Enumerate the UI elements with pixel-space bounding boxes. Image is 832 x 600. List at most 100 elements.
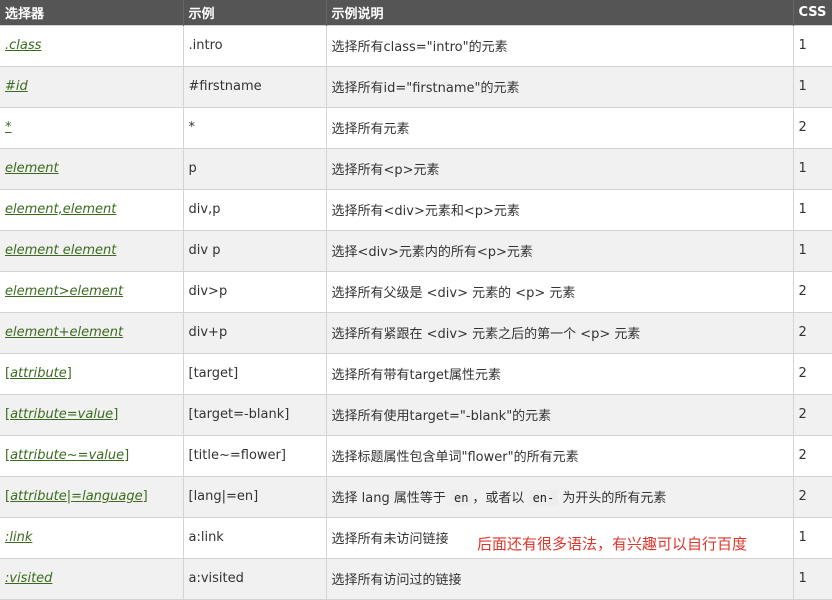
selector-link[interactable]: element>element (5, 284, 123, 299)
table-row: .class .intro 选择所有class="intro"的元素 1 (0, 24, 832, 67)
description-cell: 选择标题属性包含单词"flower"的所有元素 (325, 434, 794, 477)
table-header-row: 选择器 示例 示例说明 CSS (0, 0, 832, 25)
example-cell: [target] (182, 352, 327, 395)
selector-name: attribute~=value (10, 448, 125, 463)
selector-cell: [attribute~=value] (0, 434, 184, 477)
example-cell: * (182, 106, 327, 149)
selector-link[interactable]: :link (5, 530, 32, 545)
example-cell: [title~=flower] (182, 434, 327, 477)
css-version-cell: 1 (792, 188, 832, 231)
table-row: [attribute~=value] [title~=flower] 选择标题属… (0, 434, 832, 477)
description-cell: 选择所有带有target属性元素 (325, 352, 794, 395)
selector-cell: * (0, 106, 184, 149)
selector-name: attribute=value (10, 407, 114, 422)
example-cell: a:link (182, 516, 327, 559)
description-cell: 选择所有访问过的链接 (325, 557, 794, 600)
example-cell: #firstname (182, 65, 327, 108)
css-selector-table: 选择器 示例 示例说明 CSS .class .intro 选择所有class=… (0, 0, 832, 600)
selector-cell: [attribute=value] (0, 393, 184, 436)
selector-name: attribute (10, 489, 67, 504)
css-version-cell: 2 (792, 311, 832, 354)
code-en: en (449, 490, 473, 506)
css-version-cell: 1 (792, 516, 832, 559)
header-description: 示例说明 (325, 0, 793, 25)
table-row: element element div p 选择<div>元素内的所有<p>元素… (0, 229, 832, 272)
selector-link[interactable]: element (5, 161, 59, 176)
description-cell: 选择所有元素 (325, 106, 794, 149)
example-cell: div+p (182, 311, 327, 354)
table-row: #id #firstname 选择所有id="firstname"的元素 1 (0, 65, 832, 108)
css-version-cell: 2 (792, 475, 832, 518)
bracket-close: ] (124, 448, 130, 463)
css-version-cell: 1 (792, 24, 832, 67)
css-version-cell: 1 (792, 65, 832, 108)
table-row: element>element div>p 选择所有父级是 <div> 元素的 … (0, 270, 832, 313)
selector-link[interactable]: element,element (5, 202, 116, 217)
selector-name-2: language (82, 489, 143, 504)
css-version-cell: 2 (792, 434, 832, 477)
selector-cell: element>element (0, 270, 184, 313)
header-css: CSS (792, 0, 832, 25)
selector-link[interactable]: [attribute|=language] (5, 489, 148, 504)
css-version-cell: 2 (792, 352, 832, 395)
css-version-cell: 1 (792, 557, 832, 600)
bracket-close: ] (66, 366, 72, 381)
description-text-post: 为开头的所有元素 (558, 491, 667, 506)
selector-link[interactable]: :visited (5, 571, 52, 586)
selector-cell: element element (0, 229, 184, 272)
selector-link[interactable]: element+element (5, 325, 123, 340)
description-cell: 选择所有紧跟在 <div> 元素之后的第一个 <p> 元素 (325, 311, 794, 354)
selector-name: attribute (10, 366, 67, 381)
selector-cell: element+element (0, 311, 184, 354)
css-version-cell: 2 (792, 270, 832, 313)
selector-link[interactable]: [attribute=value] (5, 407, 118, 422)
selector-link[interactable]: .class (5, 38, 41, 53)
table-row: [attribute|=language] [lang|=en] 选择 lang… (0, 475, 832, 518)
selector-cell: element (0, 147, 184, 190)
example-cell: div,p (182, 188, 327, 231)
selector-cell: [attribute|=language] (0, 475, 184, 518)
selector-cell: #id (0, 65, 184, 108)
description-cell: 选择所有<p>元素 (325, 147, 794, 190)
table-row: element,element div,p 选择所有<div>元素和<p>元素 … (0, 188, 832, 231)
header-example: 示例 (182, 0, 326, 25)
selector-link[interactable]: [attribute] (5, 366, 72, 381)
table-row: element+element div+p 选择所有紧跟在 <div> 元素之后… (0, 311, 832, 354)
css-version-cell: 2 (792, 393, 832, 436)
css-version-cell: 1 (792, 229, 832, 272)
selector-operator: |= (66, 489, 83, 504)
code-en-dash: en- (528, 490, 559, 506)
selector-cell: element,element (0, 188, 184, 231)
example-cell: a:visited (182, 557, 327, 600)
bracket-close: ] (142, 489, 148, 504)
example-cell: [target=-blank] (182, 393, 327, 436)
example-cell: p (182, 147, 327, 190)
header-selector: 选择器 (5, 6, 45, 22)
selector-link[interactable]: [attribute~=value] (5, 448, 129, 463)
bracket-close: ] (113, 407, 119, 422)
annotation-note: 后面还有很多语法，有兴趣可以自行百度 (477, 535, 748, 553)
selector-cell: :visited (0, 557, 184, 600)
selector-link[interactable]: element element (5, 243, 116, 258)
description-cell: 选择所有<div>元素和<p>元素 (325, 188, 794, 231)
selector-link[interactable]: #id (5, 79, 28, 94)
description-cell: 选择<div>元素内的所有<p>元素 (325, 229, 794, 272)
table-row: [attribute=value] [target=-blank] 选择所有使用… (0, 393, 832, 436)
example-cell: [lang|=en] (182, 475, 327, 518)
description-cell: 选择所有使用target="-blank"的元素 (325, 393, 794, 436)
description-cell: 选择所有父级是 <div> 元素的 <p> 元素 (325, 270, 794, 313)
description-text-mid: ，或者以 (472, 491, 529, 506)
selector-link[interactable]: * (5, 120, 12, 135)
table-row: [attribute] [target] 选择所有带有target属性元素 2 (0, 352, 832, 395)
selector-cell: [attribute] (0, 352, 184, 395)
example-cell: .intro (182, 24, 327, 67)
description-cell: 选择所有id="firstname"的元素 (325, 65, 794, 108)
css-version-cell: 2 (792, 106, 832, 149)
selector-cell: :link (0, 516, 184, 559)
description-text-pre: 选择 lang 属性等于 (331, 491, 450, 506)
table-row: :visited a:visited 选择所有访问过的链接 1 (0, 557, 832, 600)
example-cell: div p (182, 229, 327, 272)
example-cell: div>p (182, 270, 327, 313)
css-version-cell: 1 (792, 147, 832, 190)
description-cell: 选择 lang 属性等于 en ，或者以 en- 为开头的所有元素 (325, 475, 794, 518)
